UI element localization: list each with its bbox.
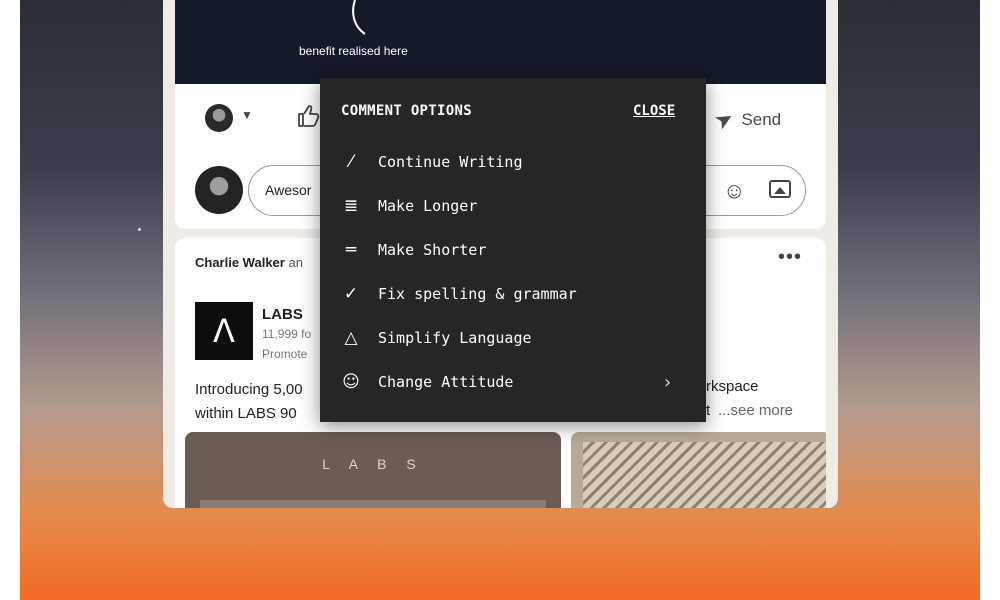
menu-item-label: Make Shorter — [378, 241, 487, 259]
menu-item-make-longer[interactable]: ≣ Make Longer — [320, 188, 706, 224]
post-body-right-2: t — [706, 402, 711, 419]
menu-item-continue-writing[interactable]: ⁄ Continue Writing — [320, 144, 706, 180]
company-name[interactable]: LABS — [262, 306, 303, 323]
swoosh-graphic — [352, 0, 366, 35]
more-options-icon[interactable]: ••• — [778, 246, 802, 269]
send-button[interactable]: ➤ Send — [710, 104, 782, 135]
image-brand-text: L A B S — [322, 456, 424, 472]
text-long-icon: ≣ — [343, 196, 359, 216]
menu-item-simplify-language[interactable]: △ Simplify Language — [320, 320, 706, 356]
see-more-link[interactable]: ...see more — [718, 402, 793, 419]
menu-title: COMMENT OPTIONS — [341, 103, 472, 119]
background-dot — [138, 228, 141, 231]
post-image-left[interactable]: L A B S — [185, 432, 561, 508]
masks-icon: ☺ — [342, 372, 360, 392]
image-detail — [200, 500, 546, 508]
menu-item-label: Change Attitude — [378, 373, 514, 391]
send-label: Send — [741, 110, 782, 129]
menu-item-change-attitude[interactable]: ☺ Change Attitude › — [320, 364, 706, 400]
actor-avatar[interactable] — [205, 104, 233, 132]
check-icon: ✓ — [343, 284, 359, 304]
comment-draft-text: Awesor — [265, 182, 312, 198]
thumbs-up-icon — [298, 105, 320, 127]
post-body-right-1: rkspace — [706, 378, 759, 395]
social-context: Charlie Walker an — [195, 255, 303, 270]
chevron-right-icon: › — [664, 371, 672, 393]
social-context-suffix: an — [288, 255, 303, 270]
text-short-icon: ═ — [345, 240, 357, 260]
company-logo[interactable]: Λ — [195, 302, 253, 360]
image-icon[interactable] — [769, 180, 791, 198]
menu-item-label: Fix spelling & grammar — [378, 285, 577, 303]
send-icon: ➤ — [709, 104, 739, 136]
menu-item-label: Continue Writing — [378, 153, 523, 171]
menu-item-make-shorter[interactable]: ═ Make Shorter — [320, 232, 706, 268]
menu-item-label: Make Longer — [378, 197, 478, 215]
chevron-down-icon[interactable]: ▼ — [241, 108, 253, 122]
hero-caption: benefit realised here — [299, 44, 408, 58]
commenter-avatar — [195, 166, 243, 214]
post-hero-image: benefit realised here — [175, 0, 826, 84]
emoji-icon[interactable]: ☺ — [723, 178, 745, 204]
social-context-name[interactable]: Charlie Walker — [195, 255, 285, 270]
image-detail — [583, 442, 826, 508]
shapes-icon: △ — [344, 328, 358, 348]
post-image-right[interactable] — [571, 432, 826, 508]
magic-wand-icon: ⁄ — [349, 152, 353, 172]
comment-options-menu: COMMENT OPTIONS CLOSE ⁄ Continue Writing… — [320, 78, 706, 422]
close-button[interactable]: CLOSE — [633, 103, 675, 119]
follower-count: 11,999 fo — [262, 327, 312, 341]
promoted-label: Promote — [262, 347, 308, 361]
menu-item-label: Simplify Language — [378, 329, 532, 347]
menu-item-fix-spelling[interactable]: ✓ Fix spelling & grammar — [320, 276, 706, 312]
like-icon[interactable] — [295, 103, 321, 135]
